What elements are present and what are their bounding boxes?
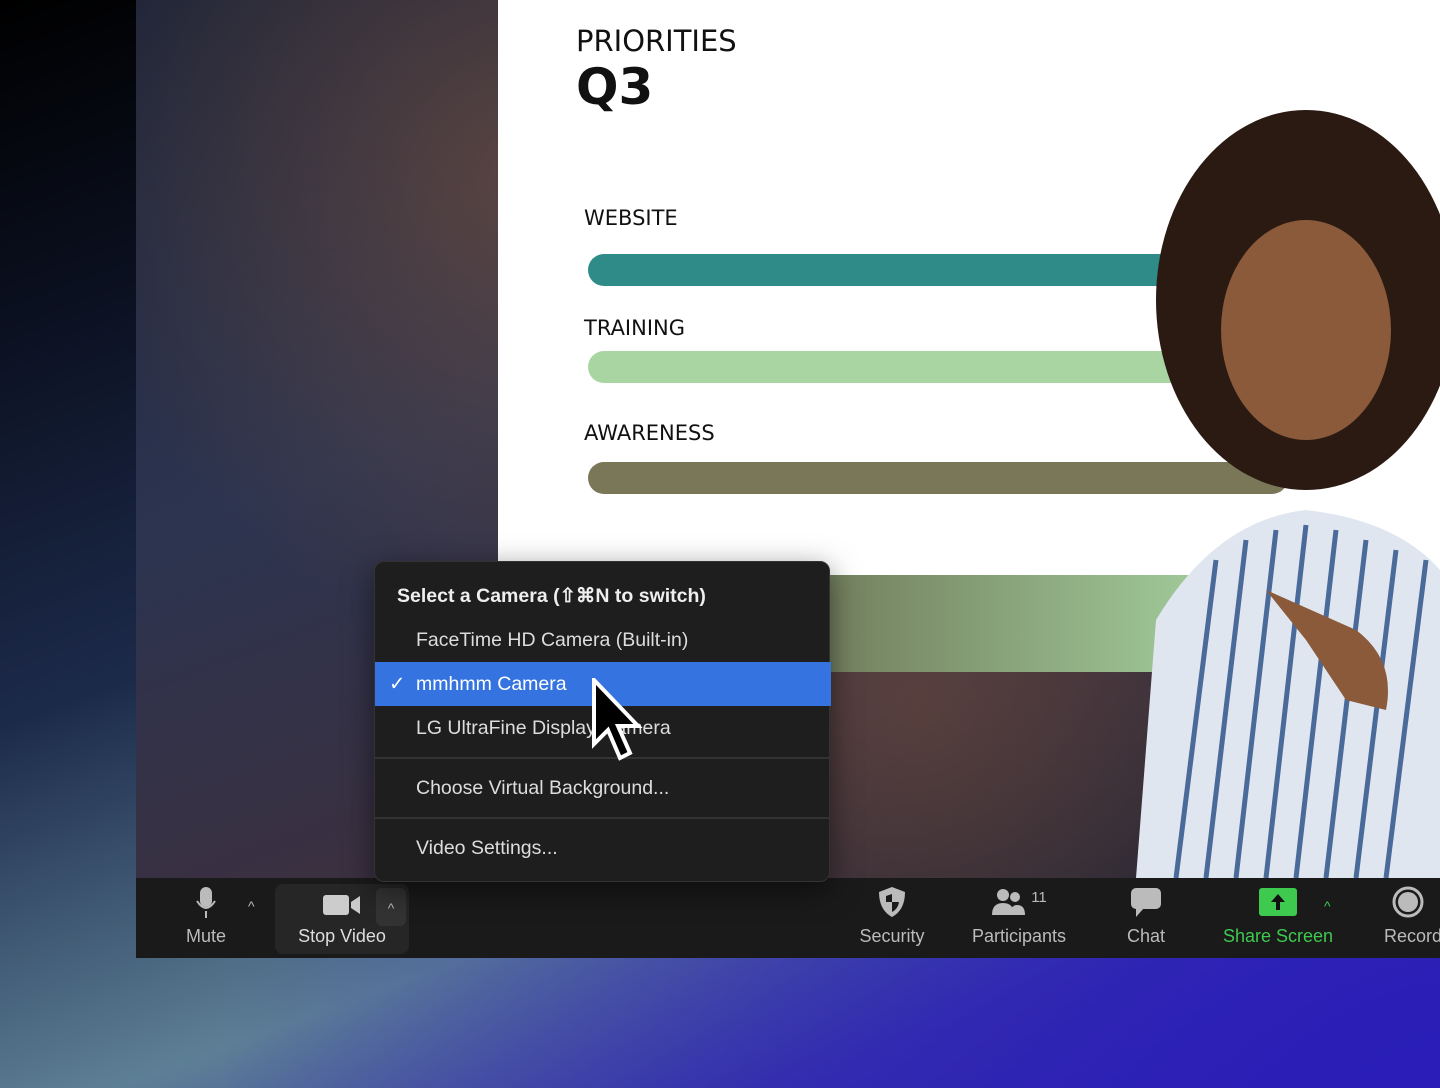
share-screen-icon — [1216, 878, 1340, 926]
menu-item-label: FaceTime HD Camera (Built-in) — [416, 629, 689, 651]
share-options-caret[interactable]: ^ — [1324, 898, 1331, 914]
menu-item-virtual-background[interactable]: Choose Virtual Background... — [375, 766, 831, 810]
bar-label-website: WEBSITE — [584, 206, 678, 230]
menu-item-facetime-camera[interactable]: FaceTime HD Camera (Built-in) — [375, 618, 831, 662]
share-screen-button[interactable]: Share Screen — [1216, 878, 1340, 958]
camera-menu-header: Select a Camera (⇧⌘N to switch) — [397, 585, 706, 607]
participants-button[interactable]: 11 Participants — [964, 878, 1074, 958]
slide-subtitle: Q3 — [576, 58, 654, 116]
record-label: Record — [1384, 926, 1440, 946]
mouse-cursor-icon — [592, 678, 643, 761]
participants-label: Participants — [971, 926, 1067, 946]
presenter-video — [1136, 110, 1440, 878]
checkmark-icon: ✓ — [389, 673, 406, 695]
stop-video-label: Stop Video — [298, 926, 386, 946]
slide-title: PRIORITIES — [576, 24, 737, 58]
menu-item-video-settings[interactable]: Video Settings... — [375, 826, 831, 870]
menu-item-label: mmhmm Camera — [416, 673, 567, 695]
chat-bubble-icon — [1106, 878, 1186, 926]
bar-label-training: TRAINING — [584, 316, 686, 340]
chat-button[interactable]: Chat — [1106, 878, 1186, 958]
menu-item-label: Choose Virtual Background... — [416, 777, 670, 799]
chat-label: Chat — [1126, 926, 1166, 946]
audio-options-caret[interactable]: ^ — [248, 898, 255, 914]
mute-button[interactable]: Mute — [166, 878, 246, 958]
video-options-caret[interactable]: ^ — [376, 888, 406, 926]
participants-icon: 11 — [964, 878, 1074, 926]
meeting-toolbar: Mute ^ Stop Video ^ Security 11 Particip… — [136, 878, 1440, 958]
menu-item-label: Video Settings... — [416, 837, 558, 859]
bar-label-awareness: AWARENESS — [584, 421, 715, 445]
shield-icon — [852, 878, 932, 926]
record-button[interactable]: Record — [1376, 878, 1440, 958]
participants-count: 11 — [1031, 888, 1047, 906]
share-screen-label: Share Screen — [1222, 926, 1334, 946]
record-icon — [1376, 878, 1440, 926]
menu-divider — [375, 817, 831, 819]
microphone-icon — [166, 878, 246, 926]
security-button[interactable]: Security — [852, 878, 932, 958]
security-label: Security — [859, 926, 925, 946]
mute-label: Mute — [185, 926, 227, 946]
